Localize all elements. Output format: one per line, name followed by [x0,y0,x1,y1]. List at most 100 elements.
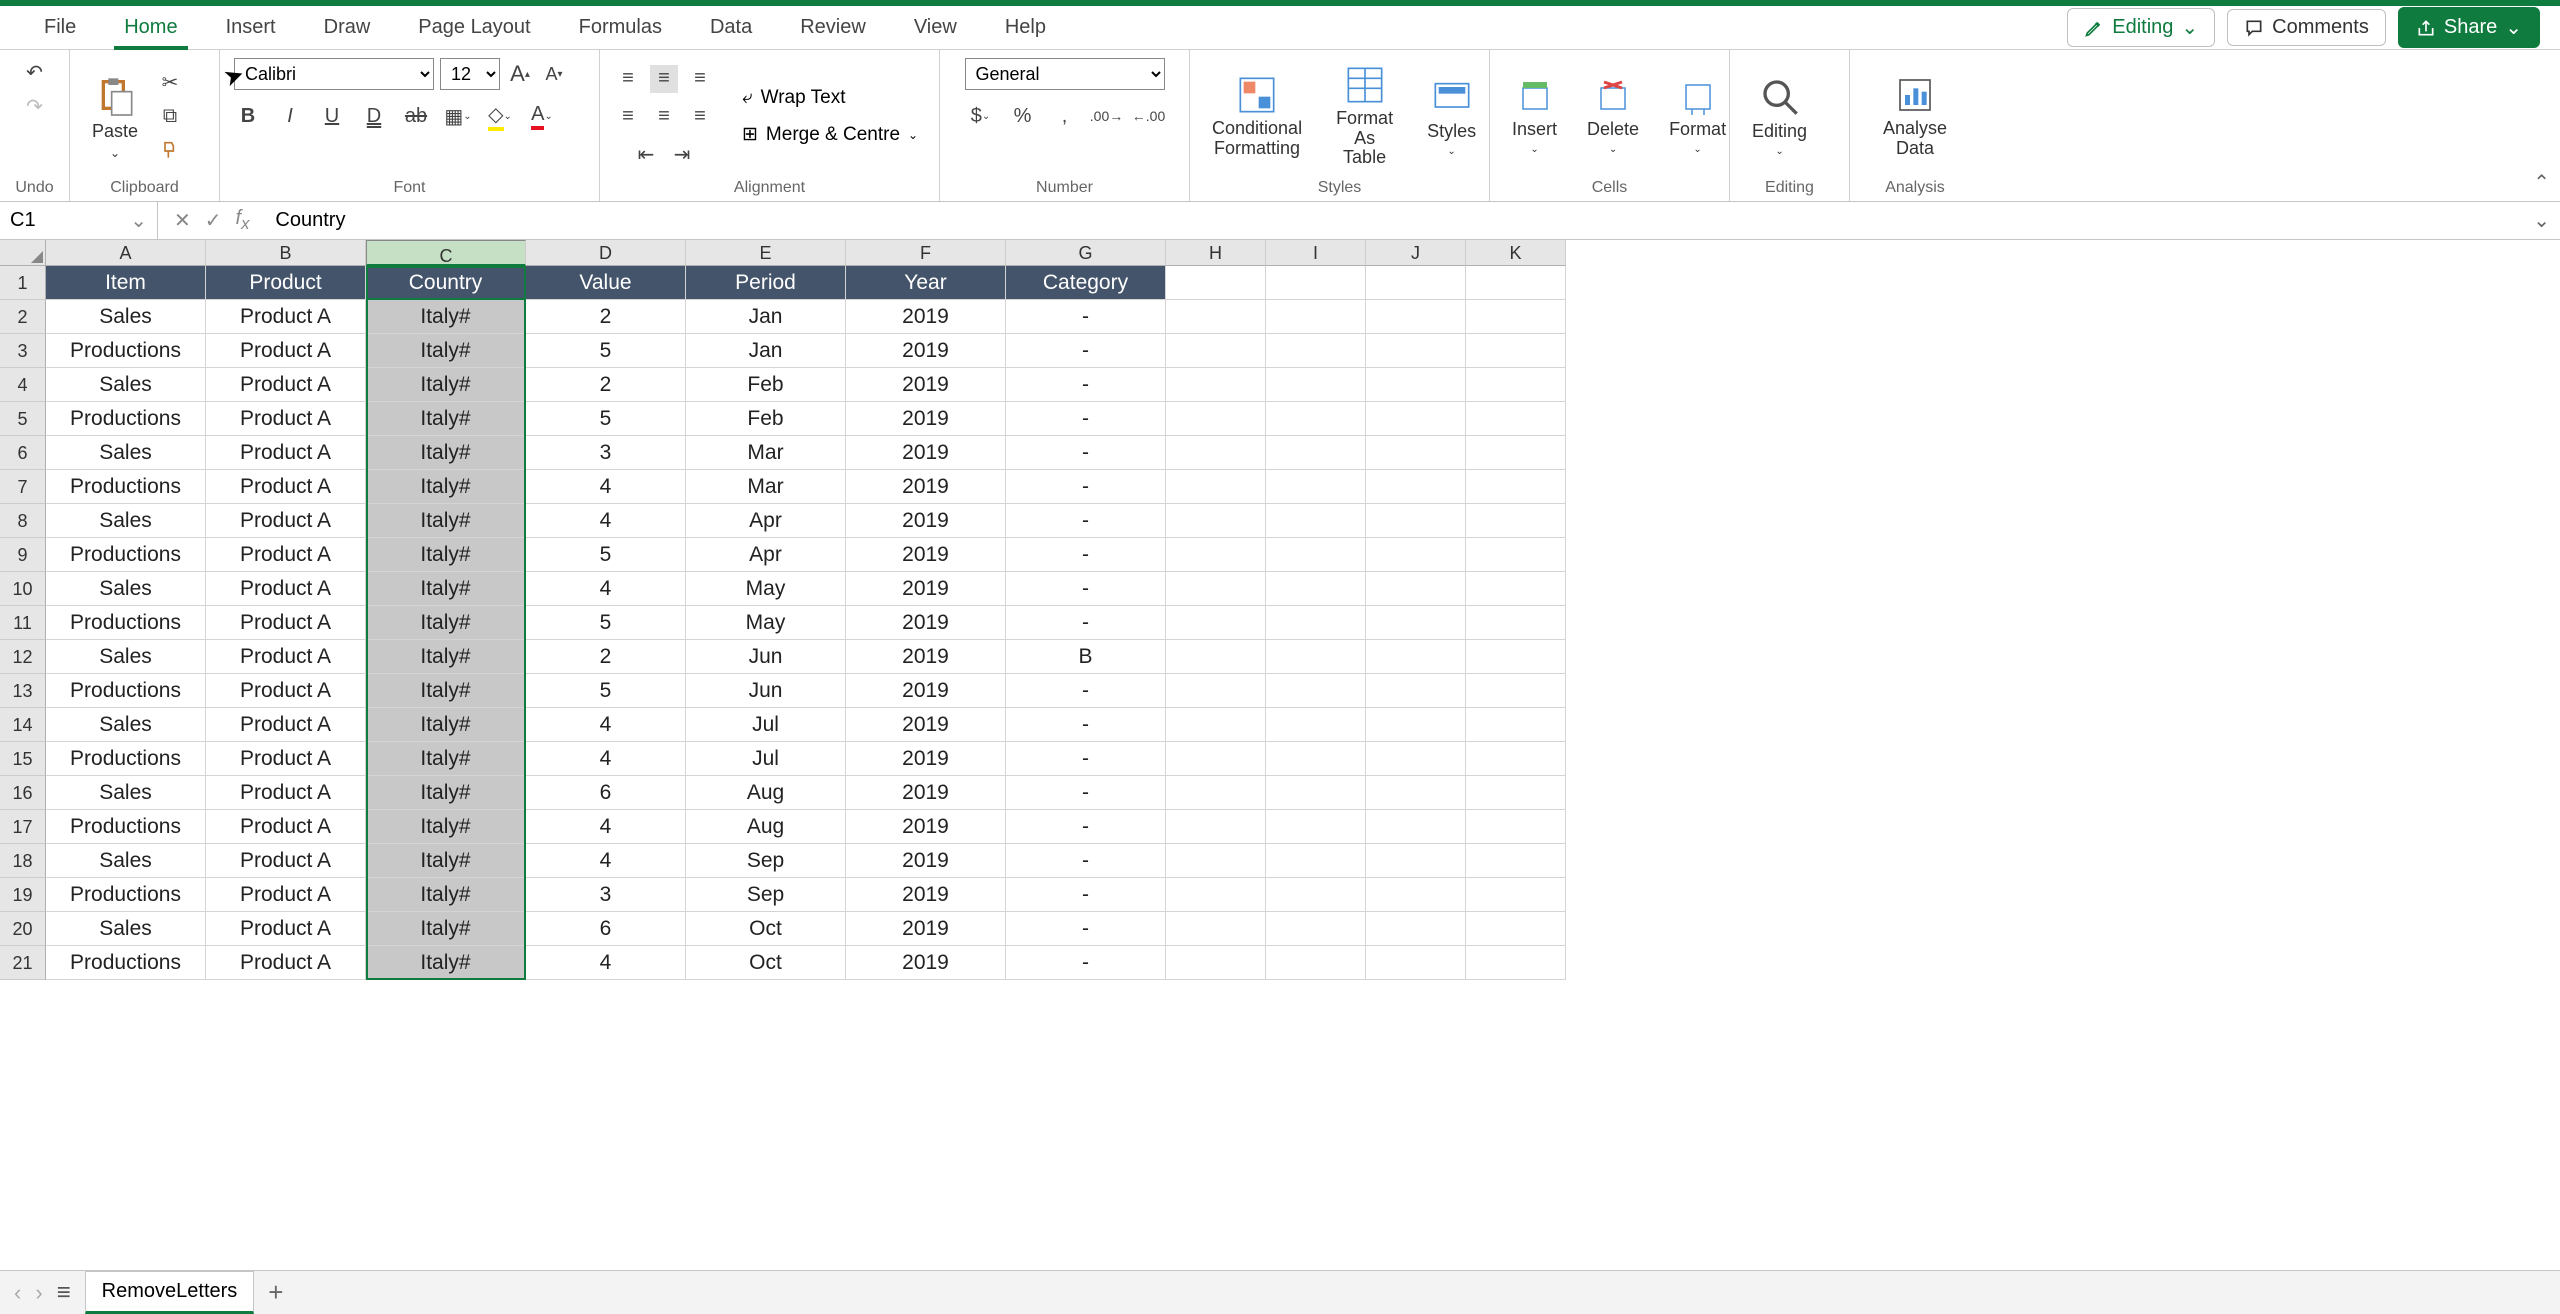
row-header[interactable]: 6 [0,436,46,470]
cell[interactable] [1366,708,1466,742]
cell[interactable]: Aug [686,776,846,810]
cell[interactable]: - [1006,334,1166,368]
cell[interactable]: Aug [686,810,846,844]
cell[interactable]: 4 [526,946,686,980]
cell[interactable]: Product A [206,368,366,402]
cell[interactable]: Jan [686,334,846,368]
cell[interactable]: - [1006,946,1166,980]
cell[interactable]: Sales [46,436,206,470]
delete-button[interactable]: Delete⌄ [1579,75,1647,159]
cell[interactable]: Value [526,266,686,300]
cell[interactable]: 2019 [846,368,1006,402]
merge-centre-button[interactable]: ⊞ Merge & Centre ⌄ [742,123,918,146]
column-header[interactable]: J [1366,240,1466,266]
cell[interactable] [1266,776,1366,810]
menu-tab-draw[interactable]: Draw [300,6,395,49]
strikethrough-button[interactable]: ab [402,102,430,130]
cell[interactable]: Sep [686,844,846,878]
menu-tab-data[interactable]: Data [686,6,776,49]
cell[interactable]: - [1006,470,1166,504]
cell[interactable]: - [1006,810,1166,844]
cell[interactable]: Italy# [366,776,526,810]
cell[interactable]: 2019 [846,606,1006,640]
cell[interactable]: Italy# [366,844,526,878]
row-header[interactable]: 12 [0,640,46,674]
row-header[interactable]: 9 [0,538,46,572]
cell[interactable]: May [686,606,846,640]
cell[interactable]: 2019 [846,844,1006,878]
align-center-button[interactable]: ≡ [650,103,678,131]
column-header[interactable]: B [206,240,366,266]
cell[interactable]: 2 [526,300,686,334]
menu-tab-formulas[interactable]: Formulas [555,6,686,49]
cell[interactable] [1466,334,1566,368]
align-bottom-button[interactable]: ≡ [686,65,714,93]
row-header[interactable]: 11 [0,606,46,640]
double-underline-button[interactable]: D [360,102,388,130]
cell[interactable]: Jul [686,708,846,742]
cell[interactable]: 6 [526,912,686,946]
row-header[interactable]: 17 [0,810,46,844]
cell[interactable] [1266,946,1366,980]
name-box[interactable]: C1 ⌄ [0,202,158,239]
cell[interactable]: 2019 [846,334,1006,368]
cell[interactable] [1166,844,1266,878]
cell[interactable] [1166,640,1266,674]
cell[interactable]: - [1006,606,1166,640]
format-button[interactable]: Format⌄ [1661,75,1734,159]
cell[interactable]: Italy# [366,368,526,402]
cell[interactable] [1466,470,1566,504]
cell[interactable]: - [1006,776,1166,810]
row-header[interactable]: 5 [0,402,46,436]
cell[interactable] [1466,674,1566,708]
cell[interactable] [1166,878,1266,912]
cell[interactable] [1166,742,1266,776]
cell[interactable]: Product A [206,538,366,572]
cell[interactable]: Period [686,266,846,300]
currency-button[interactable]: $⌄ [967,102,995,130]
cell[interactable]: Product A [206,912,366,946]
cell[interactable]: 2019 [846,742,1006,776]
font-name-select[interactable]: Calibri [234,58,434,90]
cell[interactable] [1466,436,1566,470]
cell[interactable] [1266,470,1366,504]
row-header[interactable]: 2 [0,300,46,334]
cell[interactable] [1466,878,1566,912]
cell[interactable]: Italy# [366,878,526,912]
cell[interactable] [1466,742,1566,776]
cell[interactable] [1166,810,1266,844]
cell[interactable]: Italy# [366,742,526,776]
cell[interactable] [1266,674,1366,708]
cell[interactable] [1166,606,1266,640]
cell[interactable] [1366,436,1466,470]
cell[interactable] [1466,538,1566,572]
row-header[interactable]: 19 [0,878,46,912]
next-sheet-button[interactable]: › [35,1280,42,1306]
cell[interactable]: 5 [526,334,686,368]
row-header[interactable]: 14 [0,708,46,742]
cell[interactable]: 4 [526,844,686,878]
cell[interactable]: Feb [686,402,846,436]
cell[interactable] [1366,504,1466,538]
cell[interactable]: 4 [526,708,686,742]
cell[interactable] [1266,266,1366,300]
expand-formula-button[interactable]: ⌄ [2533,208,2550,233]
underline-button[interactable]: U [318,102,346,130]
cell[interactable] [1166,538,1266,572]
cell[interactable]: Product A [206,334,366,368]
row-header[interactable]: 7 [0,470,46,504]
cell[interactable]: Product A [206,878,366,912]
menu-tab-view[interactable]: View [890,6,981,49]
undo-button[interactable]: ↶ [21,58,49,86]
cell[interactable]: - [1006,504,1166,538]
cell[interactable] [1466,504,1566,538]
bold-button[interactable]: B [234,102,262,130]
conditional-formatting-button[interactable]: Conditional Formatting [1204,71,1310,163]
cell[interactable] [1266,708,1366,742]
cell[interactable] [1466,402,1566,436]
cell[interactable] [1166,708,1266,742]
align-left-button[interactable]: ≡ [614,103,642,131]
cell[interactable] [1166,572,1266,606]
row-header[interactable]: 18 [0,844,46,878]
cell[interactable]: Productions [46,742,206,776]
